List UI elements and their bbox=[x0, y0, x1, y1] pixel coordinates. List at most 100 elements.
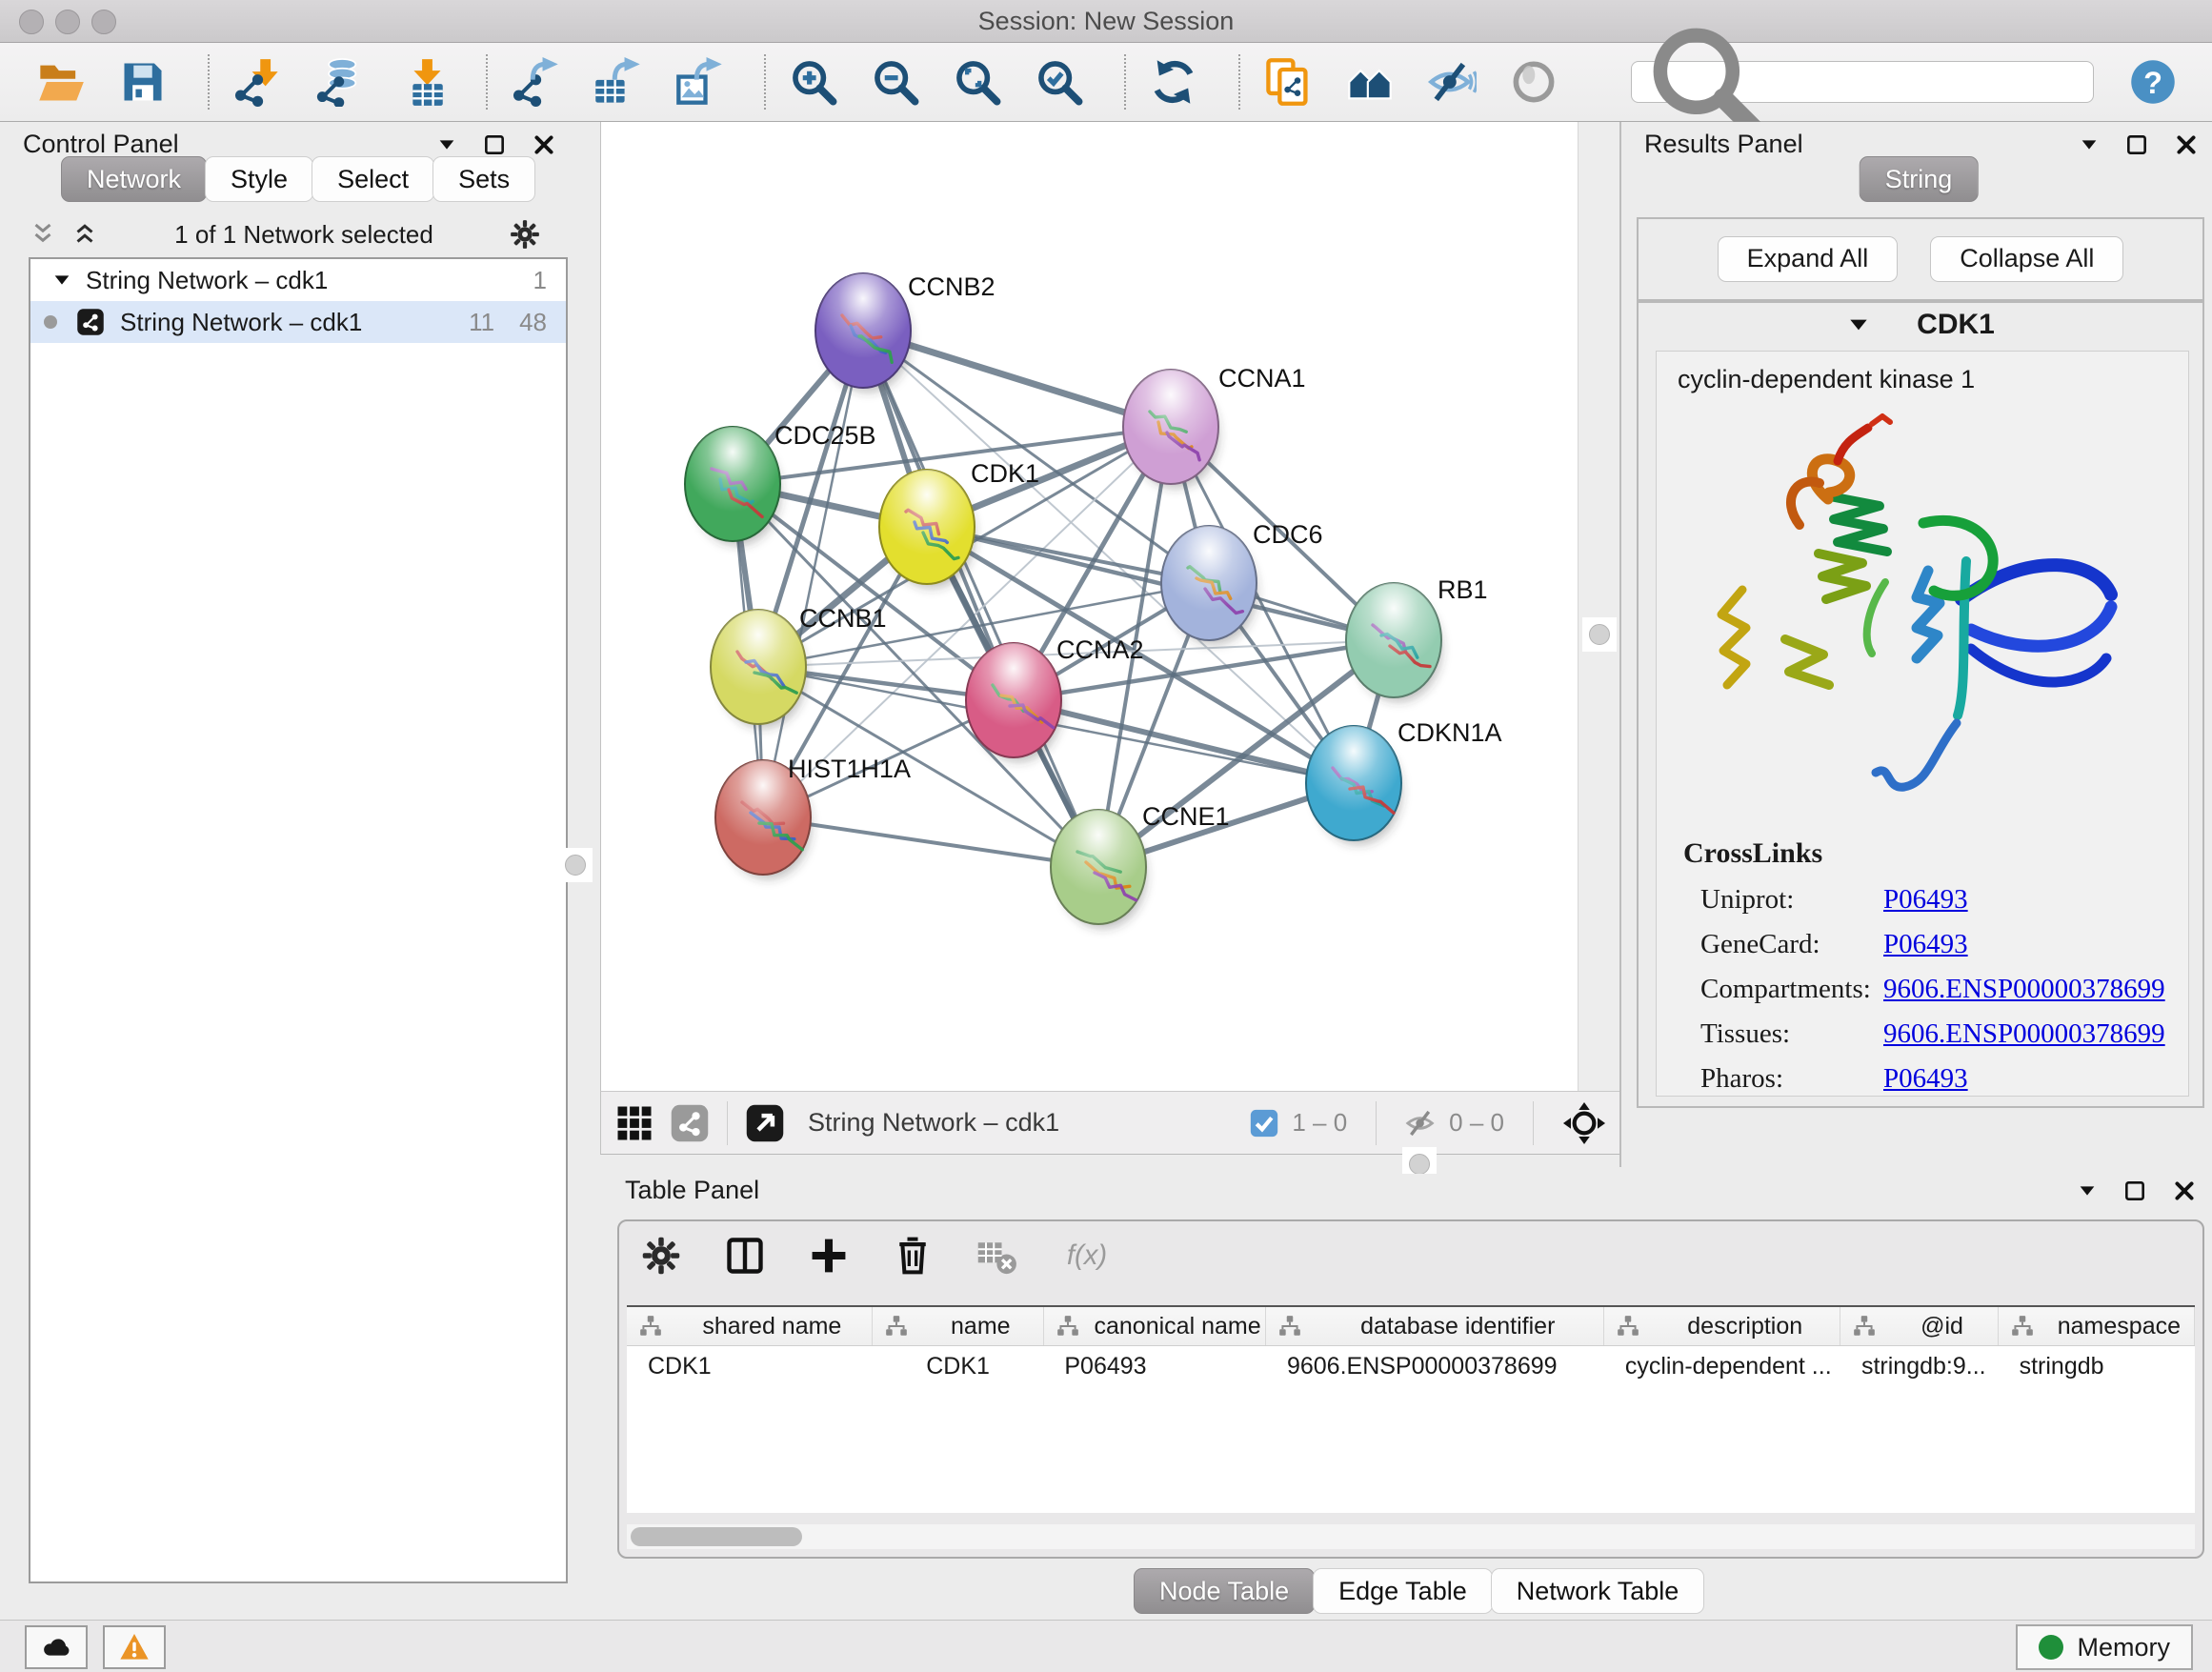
crosslink-link[interactable]: 9606.ENSP00000378699 bbox=[1883, 974, 2165, 1005]
control-panel-menu-icon[interactable] bbox=[436, 134, 457, 155]
crosslink-link[interactable]: P06493 bbox=[1883, 1063, 1968, 1095]
tab-node-table[interactable]: Node Table bbox=[1134, 1568, 1315, 1614]
status-bar: Memory bbox=[0, 1620, 2212, 1672]
grid-view-icon[interactable] bbox=[614, 1103, 654, 1143]
search-input[interactable] bbox=[1771, 68, 2081, 97]
attribute-browser: shared namenamecanonical namedatabase id… bbox=[617, 1219, 2204, 1559]
node-CDKN1A[interactable] bbox=[1306, 726, 1402, 845]
node-CDC25B[interactable] bbox=[685, 427, 781, 546]
birdseye-crosshair-icon[interactable] bbox=[1562, 1101, 1606, 1145]
crosslink-link[interactable]: 9606.ENSP00000378699 bbox=[1883, 1018, 2165, 1050]
crosslink-link[interactable]: P06493 bbox=[1883, 929, 1968, 960]
column-header-@id[interactable]: @id bbox=[1840, 1307, 1998, 1345]
collapse-all-button[interactable]: Collapse All bbox=[1930, 236, 2123, 282]
help-button[interactable] bbox=[2128, 57, 2178, 107]
zoom-fit-button[interactable] bbox=[951, 55, 1004, 109]
cloud-button[interactable] bbox=[25, 1625, 88, 1669]
column-header-description[interactable]: description bbox=[1604, 1307, 1840, 1345]
left-splitter[interactable] bbox=[570, 122, 600, 1620]
expand-all-networks-icon[interactable] bbox=[70, 220, 99, 249]
selected-checkbox-icon[interactable] bbox=[1248, 1107, 1280, 1139]
crosslink-link[interactable]: P06493 bbox=[1883, 884, 1968, 916]
birdseye-button[interactable] bbox=[1507, 55, 1560, 109]
zoom-out-button[interactable] bbox=[869, 55, 922, 109]
tab-network[interactable]: Network bbox=[61, 156, 207, 202]
column-header-shared-name[interactable]: shared name bbox=[627, 1307, 873, 1345]
current-network-dot-icon bbox=[44, 315, 57, 329]
table-cell: stringdb bbox=[1999, 1346, 2195, 1386]
expand-all-button[interactable]: Expand All bbox=[1718, 236, 1899, 282]
houses-button[interactable] bbox=[1343, 55, 1397, 109]
import-network-file-button[interactable] bbox=[231, 55, 284, 109]
node-CCNB1[interactable] bbox=[711, 610, 807, 729]
results-panel-menu-icon[interactable] bbox=[2079, 134, 2100, 155]
network-share-badge-icon[interactable] bbox=[670, 1103, 710, 1143]
node-CDC6[interactable] bbox=[1161, 526, 1257, 645]
table-hscrollbar-thumb[interactable] bbox=[631, 1527, 802, 1546]
delete-column-icon[interactable] bbox=[892, 1235, 934, 1277]
node-CCNE1[interactable] bbox=[1051, 810, 1147, 929]
table-panel-close-icon[interactable] bbox=[2172, 1178, 2197, 1203]
save-session-button[interactable] bbox=[116, 55, 170, 109]
horizontal-splitter-handle[interactable] bbox=[1409, 1154, 1430, 1175]
collapse-all-networks-icon[interactable] bbox=[29, 220, 57, 249]
clone-network-button[interactable] bbox=[1261, 55, 1315, 109]
open-session-button[interactable] bbox=[34, 55, 88, 109]
warnings-button[interactable] bbox=[103, 1625, 166, 1669]
table-hscrollbar[interactable] bbox=[627, 1524, 2195, 1549]
collection-expander-icon[interactable] bbox=[51, 270, 72, 291]
tab-sets[interactable]: Sets bbox=[432, 156, 535, 202]
tab-network-table[interactable]: Network Table bbox=[1491, 1568, 1705, 1614]
import-table-button[interactable] bbox=[394, 55, 448, 109]
zoom-in-button[interactable] bbox=[787, 55, 840, 109]
control-panel-float-icon[interactable] bbox=[482, 132, 507, 157]
table-cell: cyclin-dependent ... bbox=[1604, 1346, 1840, 1386]
table-row[interactable]: CDK1CDK1P064939606.ENSP00000378699cyclin… bbox=[627, 1346, 2195, 1386]
column-header-name[interactable]: name bbox=[873, 1307, 1044, 1345]
network-options-gear-icon[interactable] bbox=[509, 218, 541, 251]
network-canvas[interactable]: CCNB2CCNA1CDC25BCDK1CDC6RB1CCNB1CCNA2CDK… bbox=[600, 122, 1579, 1091]
table-panel-float-icon[interactable] bbox=[2122, 1178, 2147, 1203]
control-panel-tabs: NetworkStyleSelectSets bbox=[61, 156, 533, 202]
edge-HIST1H1A-CCNE1[interactable] bbox=[763, 817, 1098, 867]
node-table[interactable]: shared namenamecanonical namedatabase id… bbox=[627, 1305, 2195, 1513]
node-RB1[interactable] bbox=[1346, 583, 1442, 702]
export-network-button[interactable] bbox=[509, 55, 562, 109]
hide-graphics-button[interactable] bbox=[1425, 55, 1478, 109]
export-image-button[interactable] bbox=[673, 55, 726, 109]
column-header-database-identifier[interactable]: database identifier bbox=[1266, 1307, 1604, 1345]
memory-button[interactable]: Memory bbox=[2016, 1624, 2193, 1670]
table-cell: P06493 bbox=[1043, 1346, 1266, 1386]
gene-section-expander-icon[interactable] bbox=[1846, 312, 1871, 337]
node-CDK1[interactable] bbox=[879, 470, 975, 589]
detach-view-icon[interactable] bbox=[745, 1103, 785, 1143]
column-header-canonical-name[interactable]: canonical name bbox=[1044, 1307, 1266, 1345]
column-header-namespace[interactable]: namespace bbox=[1999, 1307, 2195, 1345]
add-column-icon[interactable] bbox=[808, 1235, 850, 1277]
results-panel-float-icon[interactable] bbox=[2124, 132, 2149, 157]
node-CCNB2[interactable] bbox=[815, 273, 912, 393]
search-box[interactable] bbox=[1631, 61, 2094, 103]
network-collection-row[interactable]: String Network – cdk1 1 bbox=[30, 259, 566, 301]
left-splitter-handle[interactable] bbox=[565, 855, 586, 876]
table-options-gear-icon[interactable] bbox=[640, 1235, 682, 1277]
node-label-CCNA2: CCNA2 bbox=[1056, 635, 1144, 664]
node-CCNA1[interactable] bbox=[1123, 370, 1219, 489]
edge-CCNB2-CCNE1[interactable] bbox=[863, 331, 1098, 867]
sphere-icon bbox=[1509, 57, 1558, 107]
tab-style[interactable]: Style bbox=[205, 156, 313, 202]
network-node-count: 11 bbox=[469, 308, 494, 337]
table-panel-menu-icon[interactable] bbox=[2077, 1180, 2098, 1201]
right-splitter-handle[interactable] bbox=[1589, 624, 1610, 645]
results-panel-close-icon[interactable] bbox=[2174, 132, 2199, 157]
tab-edge-table[interactable]: Edge Table bbox=[1313, 1568, 1493, 1614]
show-columns-icon[interactable] bbox=[724, 1235, 766, 1277]
import-network-database-button[interactable] bbox=[312, 55, 366, 109]
tab-select[interactable]: Select bbox=[312, 156, 434, 202]
control-panel-close-icon[interactable] bbox=[532, 132, 556, 157]
refresh-view-button[interactable] bbox=[1147, 55, 1200, 109]
zoom-selected-button[interactable] bbox=[1033, 55, 1086, 109]
network-row[interactable]: String Network – cdk1 11 48 bbox=[30, 301, 566, 343]
export-table-button[interactable] bbox=[591, 55, 644, 109]
tab-string[interactable]: String bbox=[1860, 156, 1979, 202]
